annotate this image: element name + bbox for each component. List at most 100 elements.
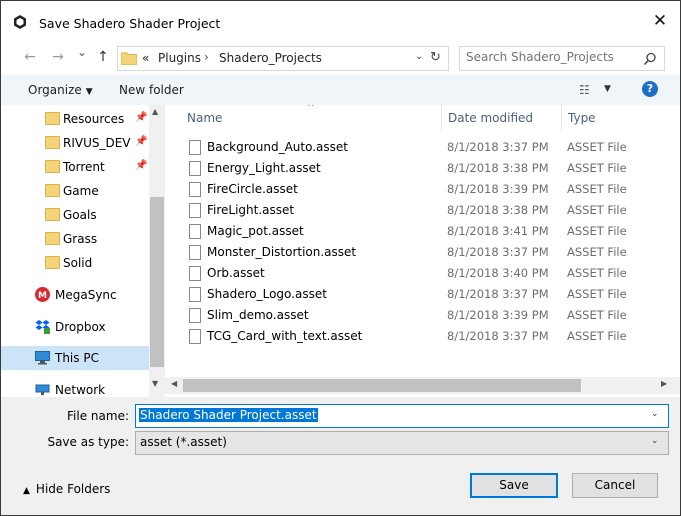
file-row[interactable]: Orb.asset 8/1/2018 3:40 PM ASSET File <box>187 263 657 284</box>
breadcrumb-overflow[interactable]: « <box>142 51 149 65</box>
recent-locations-icon[interactable]: ⌄ <box>73 45 91 59</box>
file-row[interactable]: FireCircle.asset 8/1/2018 3:39 PM ASSET … <box>187 179 657 200</box>
up-arrow-icon[interactable]: ↑ <box>94 49 112 65</box>
sidebar-item-megasync[interactable]: M MegaSync <box>1 283 149 307</box>
file-date: 8/1/2018 3:37 PM <box>447 245 549 259</box>
refresh-icon[interactable]: ↻ <box>430 50 441 65</box>
new-folder-button[interactable]: New folder <box>119 83 184 97</box>
cancel-button[interactable]: Cancel <box>572 473 658 498</box>
file-date: 8/1/2018 3:37 PM <box>447 140 549 154</box>
chevron-down-icon[interactable]: ⌄ <box>651 436 659 446</box>
chevron-down-icon: ▼ <box>85 87 93 97</box>
sidebar-item-label: RIVUS_DEV <box>63 136 131 150</box>
file-type: ASSET File <box>567 182 627 196</box>
scrollbar-thumb[interactable] <box>150 197 164 367</box>
file-name-value[interactable]: Shadero Shader Project.asset <box>139 408 318 422</box>
organize-menu[interactable]: Organize ▼ <box>28 83 93 97</box>
file-row[interactable]: FireLight.asset 8/1/2018 3:38 PM ASSET F… <box>187 200 657 221</box>
file-row[interactable]: TCG_Card_with_text.asset 8/1/2018 3:37 P… <box>187 326 657 347</box>
horizontal-scrollbar[interactable]: ◀ ▶ <box>165 377 680 394</box>
file-date: 8/1/2018 3:37 PM <box>447 287 549 301</box>
pin-icon: 📌 <box>135 112 148 123</box>
sidebar-item-goals[interactable]: Goals <box>1 203 149 227</box>
sidebar-item-game[interactable]: Game <box>1 179 149 203</box>
navigation-scrollbar[interactable]: ▲ ▼ <box>149 105 165 397</box>
command-toolbar: Organize ▼ New folder ☷ ▼ ? <box>1 75 680 106</box>
forward-arrow-icon[interactable]: → <box>49 49 67 65</box>
folder-icon <box>121 52 137 65</box>
file-date: 8/1/2018 3:37 PM <box>447 329 549 343</box>
chevron-down-icon[interactable]: ▼ <box>604 84 611 94</box>
title-bar: Save Shadero Shader Project ✕ <box>1 1 680 39</box>
sidebar-item-grass[interactable]: Grass <box>1 227 149 251</box>
sidebar-item-rivus-dev[interactable]: RIVUS_DEV 📌 <box>1 131 149 155</box>
file-icon <box>189 224 201 239</box>
sidebar-item-resources[interactable]: Resources 📌 <box>1 107 149 131</box>
file-icon <box>189 266 201 281</box>
chevron-down-icon[interactable]: ⌄ <box>415 51 423 62</box>
sidebar-item-solid[interactable]: Solid <box>1 251 149 275</box>
file-date: 8/1/2018 3:39 PM <box>447 308 549 322</box>
file-row[interactable]: Background_Auto.asset 8/1/2018 3:37 PM A… <box>187 137 657 158</box>
scrollbar-thumb[interactable] <box>183 379 581 392</box>
view-options-icon[interactable]: ☷ <box>579 83 590 97</box>
column-header-name[interactable]: Name <box>187 111 222 125</box>
scroll-up-icon[interactable]: ▲ <box>152 107 158 116</box>
scroll-left-icon[interactable]: ◀ <box>171 379 177 388</box>
save-as-type-select[interactable]: asset (*.asset) ⌄ <box>135 431 669 455</box>
file-row[interactable]: Monster_Distortion.asset 8/1/2018 3:37 P… <box>187 242 657 263</box>
file-icon <box>189 182 201 197</box>
breadcrumb-separator-icon[interactable]: › <box>204 50 209 64</box>
sidebar-item-label: Solid <box>63 256 93 270</box>
folder-icon <box>45 208 60 221</box>
file-name: Orb.asset <box>207 266 265 280</box>
column-divider[interactable] <box>561 105 562 131</box>
scroll-right-icon[interactable]: ▶ <box>661 379 667 388</box>
file-row[interactable]: Shadero_Logo.asset 8/1/2018 3:37 PM ASSE… <box>187 284 657 305</box>
file-name: Energy_Light.asset <box>207 161 321 175</box>
sidebar-item-torrent[interactable]: Torrent 📌 <box>1 155 149 179</box>
sidebar-item-this-pc[interactable]: This PC <box>1 346 149 370</box>
column-header-type[interactable]: Type <box>568 111 596 125</box>
file-icon <box>189 203 201 218</box>
breadcrumb-shadero-projects[interactable]: Shadero_Projects <box>219 51 322 65</box>
save-as-type-value: asset (*.asset) <box>140 435 227 449</box>
file-row[interactable]: Energy_Light.asset 8/1/2018 3:38 PM ASSE… <box>187 158 657 179</box>
file-name-field[interactable]: Shadero Shader Project.asset ⌄ <box>135 404 669 428</box>
file-type: ASSET File <box>567 245 627 259</box>
search-input[interactable] <box>466 50 636 64</box>
sidebar-item-label: Resources <box>63 112 125 126</box>
sidebar-item-label: Dropbox <box>55 320 106 334</box>
close-icon[interactable]: ✕ <box>649 10 671 32</box>
search-icon[interactable] <box>643 52 657 66</box>
folder-icon <box>45 184 60 197</box>
folder-icon <box>45 256 60 269</box>
address-bar[interactable]: « Plugins › Shadero_Projects ⌄ ↻ <box>117 46 449 71</box>
sidebar-item-network[interactable]: Network <box>1 378 149 397</box>
hide-folders-toggle[interactable]: ▲ Hide Folders <box>23 482 110 496</box>
search-box[interactable] <box>459 46 665 71</box>
sidebar-item-label: Grass <box>63 232 98 246</box>
file-name-label: File name: <box>67 409 129 423</box>
file-row[interactable]: Magic_pot.asset 8/1/2018 3:41 PM ASSET F… <box>187 221 657 242</box>
sidebar-item-dropbox[interactable]: Dropbox <box>1 315 149 339</box>
breadcrumb-plugins[interactable]: Plugins <box>158 51 201 65</box>
file-icon <box>189 287 201 302</box>
navigation-bar: ← → ⌄ ↑ « Plugins › Shadero_Projects ⌄ ↻ <box>1 39 680 75</box>
column-header-date-modified[interactable]: Date modified <box>448 111 533 125</box>
file-name: Magic_pot.asset <box>207 224 304 238</box>
sidebar-item-label: Game <box>63 184 99 198</box>
file-row[interactable]: Slim_demo.asset 8/1/2018 3:39 PM ASSET F… <box>187 305 657 326</box>
file-type: ASSET File <box>567 203 627 217</box>
file-date: 8/1/2018 3:38 PM <box>447 203 549 217</box>
column-divider[interactable] <box>441 105 442 131</box>
back-arrow-icon[interactable]: ← <box>21 49 39 65</box>
folder-icon <box>45 136 60 149</box>
help-icon[interactable]: ? <box>642 81 658 97</box>
chevron-down-icon[interactable]: ⌄ <box>651 409 659 419</box>
save-button[interactable]: Save <box>470 473 558 498</box>
dropbox-icon <box>35 320 50 334</box>
megasync-icon: M <box>35 287 50 302</box>
file-name: Shadero_Logo.asset <box>207 287 327 301</box>
scroll-down-icon[interactable]: ▼ <box>152 379 158 388</box>
